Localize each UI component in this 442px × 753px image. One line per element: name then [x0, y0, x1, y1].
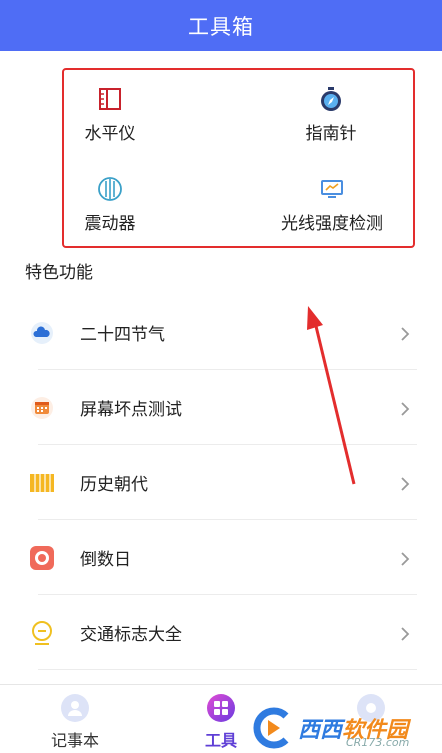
calendar-icon	[29, 395, 55, 421]
tab-notes-label: 记事本	[50, 731, 99, 750]
list-item-traffic-signs[interactable]: 交通标志大全	[0, 595, 442, 670]
tab-notes[interactable]: 记事本	[44, 685, 106, 751]
list-item-label: 二十四节气	[80, 325, 165, 345]
tool-vibrate-label: 震动器	[84, 214, 136, 234]
compass-icon	[318, 86, 344, 112]
tool-level[interactable]: 水平仪	[80, 86, 140, 144]
traffic-sign-icon	[29, 620, 55, 646]
countdown-icon	[29, 545, 55, 571]
list-item-label: 倒数日	[80, 550, 131, 570]
level-icon	[97, 86, 123, 112]
top-bar: 工具箱	[0, 0, 442, 51]
chevron-right-icon	[398, 476, 412, 491]
notebook-icon	[60, 693, 90, 723]
list-item-label: 屏幕坏点测试	[80, 400, 182, 420]
chevron-right-icon	[398, 401, 412, 416]
list-item-dead-pixel-test[interactable]: 屏幕坏点测试	[0, 370, 442, 445]
watermark: 西西软件园 CR173.com	[246, 703, 442, 753]
cloud-icon	[29, 320, 55, 346]
chevron-right-icon	[398, 626, 412, 641]
list-item-label: 历史朝代	[80, 475, 148, 495]
tools-screen: 工具箱 水平仪 指南针 震动器 光线强度检测 特色功能 二十四节气 屏幕坏点测试…	[0, 0, 442, 753]
tool-vibrate[interactable]: 震动器	[80, 176, 140, 234]
tool-level-label: 水平仪	[84, 124, 136, 144]
tool-light-meter[interactable]: 光线强度检测	[278, 176, 386, 234]
page-title: 工具箱	[188, 14, 254, 39]
tab-tools-label: 工具	[204, 731, 237, 750]
light-meter-icon	[319, 176, 345, 202]
list-item-dynasties[interactable]: 历史朝代	[0, 445, 442, 520]
tool-light-meter-label: 光线强度检测	[281, 214, 383, 234]
tool-compass-label: 指南针	[305, 124, 357, 144]
tab-tools[interactable]: 工具	[200, 685, 242, 751]
featured-section-title: 特色功能	[25, 263, 93, 283]
watermark-site: CR173.com	[346, 736, 410, 749]
watermark-logo	[253, 707, 289, 749]
list-item-label: 交通标志大全	[80, 625, 182, 645]
scroll-icon	[29, 470, 55, 496]
list-item-countdown[interactable]: 倒数日	[0, 520, 442, 595]
tools-grid-icon	[206, 693, 236, 723]
divider	[38, 669, 417, 670]
tool-compass[interactable]: 指南针	[300, 86, 362, 144]
vibrate-icon	[97, 176, 123, 202]
featured-list: 二十四节气 屏幕坏点测试 历史朝代 倒数日 交通标志大全	[0, 295, 442, 670]
chevron-right-icon	[398, 326, 412, 341]
list-item-solar-terms[interactable]: 二十四节气	[0, 295, 442, 370]
chevron-right-icon	[398, 551, 412, 566]
